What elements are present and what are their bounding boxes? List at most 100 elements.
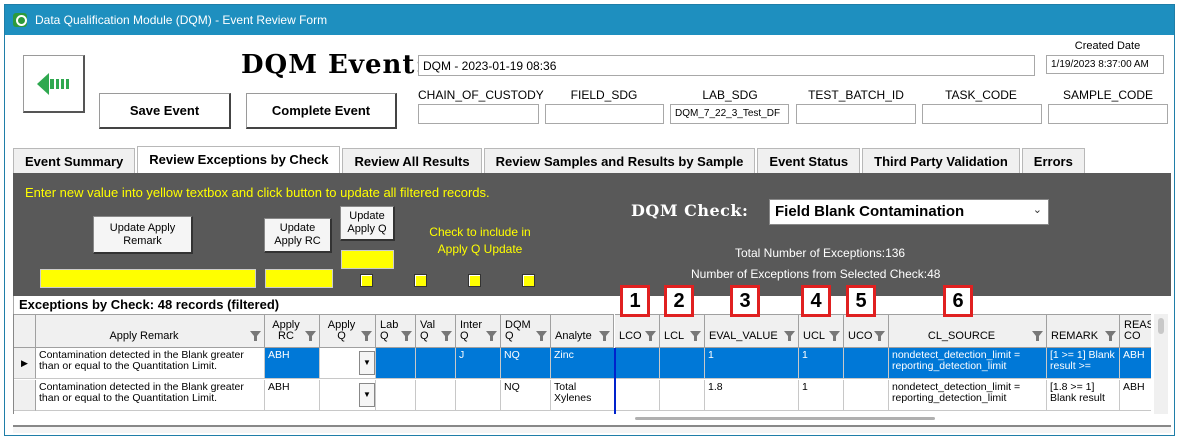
event-title: DQM Event: <box>241 50 427 80</box>
header-eval-value[interactable]: EVAL_VALUE <box>705 314 799 348</box>
sample-code-field[interactable] <box>1048 104 1168 124</box>
chevron-down-icon[interactable]: ▼ <box>359 383 375 407</box>
app-window: Data Qualification Module (DQM) - Event … <box>4 4 1175 436</box>
vertical-scrollbar[interactable] <box>1154 314 1168 414</box>
scroll-thumb[interactable] <box>1158 318 1164 334</box>
header-val-q[interactable]: Val Q <box>416 314 456 348</box>
field-sdg-field[interactable] <box>545 104 664 124</box>
apply-q-input[interactable] <box>341 250 394 269</box>
apply-remark-input[interactable] <box>40 269 256 288</box>
chevron-down-icon: ⌄ <box>1032 204 1042 216</box>
header-lco[interactable]: LCO <box>615 314 660 348</box>
filter-icon[interactable] <box>599 331 610 341</box>
cell-reas: ABH <box>1120 380 1151 411</box>
dqm-check-label: DQM Check: <box>631 201 749 220</box>
filter-icon[interactable] <box>401 331 412 341</box>
filter-icon[interactable] <box>486 331 497 341</box>
total-exceptions-text: Total Number of Exceptions:136 <box>735 246 906 260</box>
header-dqm-q[interactable]: DQM Q <box>501 314 551 348</box>
lab-sdg-field[interactable]: DQM_7_22_3_Test_DF <box>670 104 789 124</box>
back-arrow-icon <box>36 72 69 95</box>
dqm-check-select[interactable]: Field Blank Contamination ⌄ <box>769 199 1049 225</box>
cell-remark: [1.8 >= 1] Blank result <box>1047 380 1120 411</box>
cell-apply-rc[interactable]: ABH <box>265 380 320 411</box>
chevron-down-icon[interactable]: ▼ <box>359 351 375 375</box>
callout-2: 2 <box>664 285 694 317</box>
back-button[interactable] <box>23 55 85 113</box>
header-cl-source[interactable]: CL_SOURCE <box>889 314 1047 348</box>
tab-review-all-results[interactable]: Review All Results <box>342 148 482 173</box>
task-code-field[interactable] <box>922 104 1042 124</box>
tab-event-summary[interactable]: Event Summary <box>13 148 136 173</box>
event-name-field[interactable]: DQM - 2023-01-19 08:36 <box>418 55 1035 76</box>
tab-review-samples-and-results[interactable]: Review Samples and Results by Sample <box>483 148 756 173</box>
include-inter-q-checkbox[interactable] <box>522 274 535 287</box>
cell-reas: ABH <box>1120 348 1151 379</box>
include-note: Check to include in Apply Q Update <box>429 225 531 256</box>
window-title: Data Qualification Module (DQM) - Event … <box>35 13 328 27</box>
include-val-q-checkbox[interactable] <box>468 274 481 287</box>
lab-sdg-label: LAB_SDG <box>702 88 758 102</box>
cell-val-q <box>416 348 456 379</box>
cell-ucl: 1 <box>799 348 844 379</box>
complete-event-button[interactable]: Complete Event <box>246 93 397 129</box>
filter-icon[interactable] <box>441 331 452 341</box>
row-selector-current[interactable]: ▶ <box>14 348 36 379</box>
header-apply-remark[interactable]: Apply Remark <box>36 314 265 348</box>
row-selector[interactable] <box>14 380 36 411</box>
save-event-button[interactable]: Save Event <box>99 93 231 129</box>
update-apply-remark-button[interactable]: Update Apply Remark <box>93 216 193 254</box>
chain-of-custody-label: CHAIN_OF_CUSTODY <box>418 88 544 102</box>
chain-of-custody-field[interactable] <box>418 104 539 124</box>
cell-uco <box>844 380 889 411</box>
header-apply-rc[interactable]: Apply RC <box>265 314 320 348</box>
tab-review-exceptions-by-check[interactable]: Review Exceptions by Check <box>137 146 341 173</box>
cell-apply-q[interactable]: ▼ <box>320 348 376 379</box>
instruction-text: Enter new value into yellow textbox and … <box>25 185 490 200</box>
filter-icon[interactable] <box>250 331 261 341</box>
filter-icon[interactable] <box>690 331 701 341</box>
test-batch-id-field[interactable] <box>796 104 916 124</box>
include-lab-q-checkbox[interactable] <box>414 274 427 287</box>
cell-remark: [1 >= 1] Blank result >= <box>1047 348 1120 379</box>
horizontal-scrollbar[interactable] <box>635 417 935 420</box>
tab-third-party-validation[interactable]: Third Party Validation <box>862 148 1020 173</box>
exceptions-panel: Enter new value into yellow textbox and … <box>13 173 1171 296</box>
created-date-field[interactable]: 1/19/2023 8:37:00 AM <box>1046 55 1164 74</box>
cell-lco <box>615 348 660 379</box>
header-inter-q[interactable]: Inter Q <box>456 314 501 348</box>
filter-icon[interactable] <box>874 331 885 341</box>
cell-apply-remark[interactable]: Contamination detected in the Blank grea… <box>36 348 265 379</box>
header-remark[interactable]: REMARK <box>1047 314 1120 348</box>
cell-apply-q[interactable]: ▼ <box>320 380 376 411</box>
filter-icon[interactable] <box>784 331 795 341</box>
filter-icon[interactable] <box>361 331 372 341</box>
filter-icon[interactable] <box>305 331 316 341</box>
created-date-label: Created Date <box>1074 40 1141 52</box>
filter-icon[interactable] <box>829 331 840 341</box>
update-apply-rc-button[interactable]: Update Apply RC <box>264 218 332 253</box>
header-analyte[interactable]: Analyte <box>551 314 614 348</box>
header-reas-co[interactable]: REAS CO <box>1120 314 1151 348</box>
cell-val-q <box>416 380 456 411</box>
apply-rc-input[interactable] <box>265 269 333 288</box>
header-lab-q[interactable]: Lab Q <box>376 314 416 348</box>
filter-icon[interactable] <box>645 331 656 341</box>
callout-6: 6 <box>943 285 973 317</box>
filter-icon[interactable] <box>1032 331 1043 341</box>
test-batch-id-label: TEST_BATCH_ID <box>808 88 904 102</box>
header-apply-q[interactable]: Apply Q <box>320 314 376 348</box>
include-apply-q-checkbox[interactable] <box>360 274 373 287</box>
tab-event-status[interactable]: Event Status <box>757 148 861 173</box>
tab-errors[interactable]: Errors <box>1021 148 1085 173</box>
filter-icon[interactable] <box>1105 331 1116 341</box>
callout-5: 5 <box>846 285 876 317</box>
header-ucl[interactable]: UCL <box>799 314 844 348</box>
header-uco[interactable]: UCO <box>844 314 889 348</box>
update-apply-q-button[interactable]: Update Apply Q <box>340 206 395 241</box>
cell-apply-remark[interactable]: Contamination detected in the Blank grea… <box>36 380 265 411</box>
tab-bar: Event Summary Review Exceptions by Check… <box>13 146 1087 173</box>
cell-apply-rc[interactable]: ABH <box>265 348 320 379</box>
filter-icon[interactable] <box>536 331 547 341</box>
header-lcl[interactable]: LCL <box>660 314 705 348</box>
